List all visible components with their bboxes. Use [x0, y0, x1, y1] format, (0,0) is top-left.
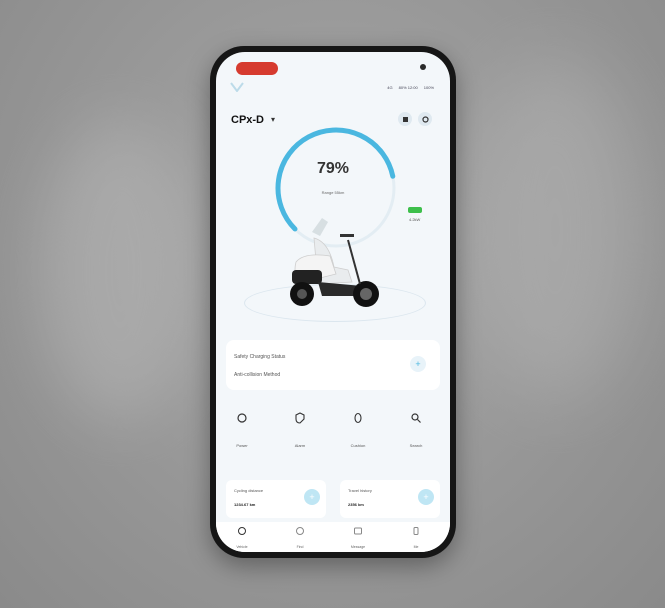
- action-power-label: Power: [236, 443, 248, 448]
- charge-badge: [408, 207, 422, 213]
- power-icon: [237, 413, 247, 423]
- bottom-nav: Vehicle Find Message Me: [216, 522, 450, 552]
- charge-value: 4.2kW: [409, 217, 421, 222]
- scooter-icon: [238, 527, 246, 535]
- status-signal: 4G: [387, 85, 393, 90]
- stat-add-button[interactable]: +: [418, 489, 434, 505]
- status-time: 80% 12:00: [398, 85, 418, 90]
- action-cushion[interactable]: Cushion: [338, 412, 378, 448]
- stat-add-button[interactable]: +: [304, 489, 320, 505]
- phone-frame: 4G 80% 12:00 100% CPx-D ▾ 79% Range 55km…: [210, 46, 456, 558]
- nav-label: Me: [413, 545, 419, 549]
- action-search-label: Search: [409, 443, 423, 448]
- background-blur-right: [470, 60, 640, 400]
- nav-item-find[interactable]: Find: [280, 526, 320, 549]
- stat-title: Cycling distance: [234, 488, 264, 493]
- message-icon: [354, 527, 362, 535]
- action-power[interactable]: Power: [222, 412, 262, 448]
- seat-icon: [354, 412, 362, 424]
- search-icon: [411, 413, 421, 423]
- status-battery: 100%: [423, 85, 434, 90]
- action-cushion-label: Cushion: [350, 443, 366, 448]
- profile-icon: [413, 527, 419, 535]
- nav-item-message[interactable]: Message: [338, 526, 378, 549]
- stat-title: Travel history: [348, 488, 372, 493]
- stat-value: 1234.67 km: [234, 502, 256, 507]
- stat-card-travel[interactable]: Travel history 2356 km +: [340, 480, 440, 518]
- recording-pill: [236, 62, 278, 75]
- info-card[interactable]: [226, 340, 440, 390]
- info-card-line-2: Anti-collision Method: [234, 372, 281, 378]
- brand-logo-icon: [230, 82, 244, 92]
- scooter-image: [290, 218, 379, 307]
- battery-percent: 79%: [316, 160, 350, 177]
- location-icon: [296, 527, 304, 535]
- nav-label: Find: [296, 545, 304, 549]
- action-alarm[interactable]: Alarm: [280, 412, 320, 448]
- nav-item-me[interactable]: Me: [396, 526, 436, 549]
- app-screen: 4G 80% 12:00 100% CPx-D ▾ 79% Range 55km…: [216, 52, 450, 552]
- add-button[interactable]: +: [410, 356, 426, 372]
- nav-item-vehicle[interactable]: Vehicle: [222, 526, 262, 549]
- vehicle-selector[interactable]: CPx-D: [231, 114, 264, 126]
- stat-card-cycling[interactable]: Cycling distance 1234.67 km +: [226, 480, 326, 518]
- background-blur-left: [40, 120, 200, 420]
- nav-label: Message: [350, 545, 366, 549]
- shield-icon: [295, 412, 305, 424]
- range-text: Range 55km: [321, 190, 345, 195]
- settings-button[interactable]: [418, 112, 432, 126]
- stat-value: 2356 km: [348, 502, 364, 507]
- action-alarm-label: Alarm: [294, 443, 306, 448]
- action-search[interactable]: Search: [396, 412, 436, 448]
- gear-icon: [421, 115, 429, 123]
- status-bar: 4G 80% 12:00 100%: [387, 85, 434, 90]
- nav-label: Vehicle: [236, 545, 248, 549]
- camera-dot: [420, 64, 426, 70]
- info-card-line-1: Safety Charging Status: [234, 354, 286, 360]
